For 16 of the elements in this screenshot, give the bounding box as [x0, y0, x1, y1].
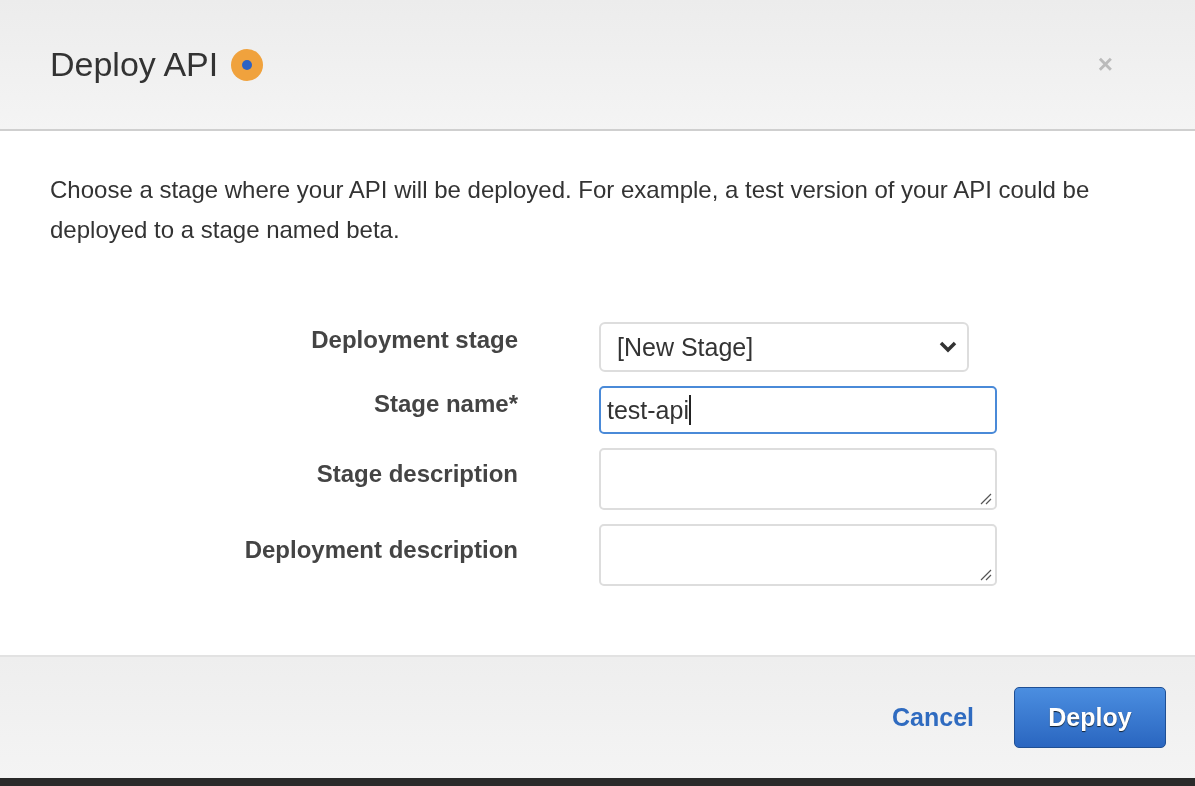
cancel-link[interactable]: Cancel	[892, 703, 974, 732]
stage-name-input[interactable]: test-api	[599, 386, 997, 434]
description-textarea[interactable]	[599, 448, 997, 510]
resize-grip-icon	[980, 493, 992, 505]
field-label: Stage name*	[372, 389, 518, 419]
stage-dropdown[interactable]: [New Stage]	[599, 322, 969, 372]
deploy-button[interactable]: Deploy	[1014, 687, 1166, 748]
resize-grip-icon	[980, 569, 992, 581]
status-dot-icon	[230, 47, 265, 82]
field-label: Deployment description	[243, 535, 518, 565]
field-label: Stage description	[315, 459, 518, 489]
dialog-title: Deploy API	[50, 45, 219, 84]
chevron-down-icon	[939, 341, 957, 353]
field-label: Deployment stage	[310, 325, 518, 355]
intro-text: Choose a stage where your API will be deployed. For example, a test version of your API could be deployed to a stage named beta.	[50, 175, 1091, 245]
description-textarea[interactable]	[599, 524, 997, 586]
